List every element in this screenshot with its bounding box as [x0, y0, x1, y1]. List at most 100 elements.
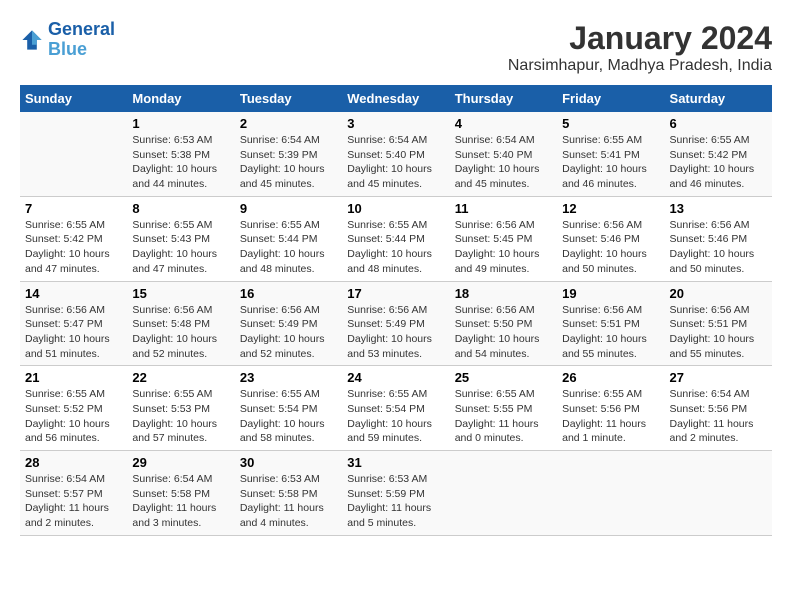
day-info: Sunrise: 6:55 AMSunset: 5:53 PMDaylight:… [132, 387, 229, 446]
logo-icon [20, 28, 44, 52]
day-header-sunday: Sunday [20, 85, 127, 112]
day-info: Sunrise: 6:56 AMSunset: 5:51 PMDaylight:… [562, 303, 659, 362]
page-header: General Blue January 2024 Narsimhapur, M… [20, 20, 772, 75]
calendar-cell: 24 Sunrise: 6:55 AMSunset: 5:54 PMDayligh… [342, 366, 449, 451]
calendar-cell: 29 Sunrise: 6:54 AMSunset: 5:58 PMDayligh… [127, 451, 234, 536]
day-number: 9 [240, 201, 337, 216]
day-header-monday: Monday [127, 85, 234, 112]
calendar-week-2: 7 Sunrise: 6:55 AMSunset: 5:42 PMDaylight… [20, 196, 772, 281]
day-number: 6 [670, 116, 767, 131]
day-number: 24 [347, 370, 444, 385]
day-number: 30 [240, 455, 337, 470]
day-info: Sunrise: 6:53 AMSunset: 5:59 PMDaylight:… [347, 472, 444, 531]
calendar-cell: 25 Sunrise: 6:55 AMSunset: 5:55 PMDayligh… [450, 366, 557, 451]
day-info: Sunrise: 6:54 AMSunset: 5:58 PMDaylight:… [132, 472, 229, 531]
calendar-cell: 17Sunrise: 6:56 AMSunset: 5:49 PMDayligh… [342, 281, 449, 366]
day-number: 27 [670, 370, 767, 385]
calendar-cell: 11 Sunrise: 6:56 AMSunset: 5:45 PMDayligh… [450, 196, 557, 281]
calendar-cell: 31 Sunrise: 6:53 AMSunset: 5:59 PMDayligh… [342, 451, 449, 536]
page-subtitle: Narsimhapur, Madhya Pradesh, India [508, 57, 772, 75]
calendar-cell: 7 Sunrise: 6:55 AMSunset: 5:42 PMDaylight… [20, 196, 127, 281]
calendar-cell [557, 451, 664, 536]
calendar-cell: 20 Sunrise: 6:56 AMSunset: 5:51 PMDayligh… [665, 281, 772, 366]
calendar-cell [450, 451, 557, 536]
calendar-cell: 16 Sunrise: 6:56 AMSunset: 5:49 PMDayligh… [235, 281, 342, 366]
calendar-cell: 15 Sunrise: 6:56 AMSunset: 5:48 PMDayligh… [127, 281, 234, 366]
day-info: Sunrise: 6:56 AMSunset: 5:50 PMDaylight:… [455, 303, 552, 362]
page-title: January 2024 [508, 20, 772, 57]
calendar-cell: 18 Sunrise: 6:56 AMSunset: 5:50 PMDayligh… [450, 281, 557, 366]
day-number: 7 [25, 201, 122, 216]
day-number: 14 [25, 286, 122, 301]
day-info: Sunrise: 6:55 AMSunset: 5:55 PMDaylight:… [455, 387, 552, 446]
calendar-week-1: 1 Sunrise: 6:53 AMSunset: 5:38 PMDaylight… [20, 112, 772, 196]
day-header-friday: Friday [557, 85, 664, 112]
day-number: 4 [455, 116, 552, 131]
day-info: Sunrise: 6:54 AMSunset: 5:56 PMDaylight:… [670, 387, 767, 446]
day-info: Sunrise: 6:55 AMSunset: 5:44 PMDaylight:… [240, 218, 337, 277]
day-number: 13 [670, 201, 767, 216]
calendar-header-row: SundayMondayTuesdayWednesdayThursdayFrid… [20, 85, 772, 112]
day-number: 25 [455, 370, 552, 385]
day-number: 16 [240, 286, 337, 301]
day-number: 8 [132, 201, 229, 216]
day-info: Sunrise: 6:55 AMSunset: 5:56 PMDaylight:… [562, 387, 659, 446]
day-info: Sunrise: 6:55 AMSunset: 5:52 PMDaylight:… [25, 387, 122, 446]
day-header-tuesday: Tuesday [235, 85, 342, 112]
day-number: 23 [240, 370, 337, 385]
day-info: Sunrise: 6:56 AMSunset: 5:45 PMDaylight:… [455, 218, 552, 277]
day-info: Sunrise: 6:55 AMSunset: 5:43 PMDaylight:… [132, 218, 229, 277]
calendar-week-5: 28Sunrise: 6:54 AMSunset: 5:57 PMDayligh… [20, 451, 772, 536]
calendar-cell: 14 Sunrise: 6:56 AMSunset: 5:47 PMDayligh… [20, 281, 127, 366]
calendar-cell: 10Sunrise: 6:55 AMSunset: 5:44 PMDayligh… [342, 196, 449, 281]
day-info: Sunrise: 6:55 AMSunset: 5:44 PMDaylight:… [347, 218, 444, 277]
calendar-cell: 23 Sunrise: 6:55 AMSunset: 5:54 PMDayligh… [235, 366, 342, 451]
day-info: Sunrise: 6:54 AMSunset: 5:40 PMDaylight:… [347, 133, 444, 192]
day-number: 20 [670, 286, 767, 301]
day-number: 29 [132, 455, 229, 470]
calendar-cell: 21 Sunrise: 6:55 AMSunset: 5:52 PMDayligh… [20, 366, 127, 451]
day-info: Sunrise: 6:56 AMSunset: 5:47 PMDaylight:… [25, 303, 122, 362]
calendar-week-4: 21 Sunrise: 6:55 AMSunset: 5:52 PMDayligh… [20, 366, 772, 451]
day-info: Sunrise: 6:56 AMSunset: 5:51 PMDaylight:… [670, 303, 767, 362]
logo-text: General Blue [48, 20, 115, 60]
day-header-thursday: Thursday [450, 85, 557, 112]
day-info: Sunrise: 6:53 AMSunset: 5:38 PMDaylight:… [132, 133, 229, 192]
day-number: 1 [132, 116, 229, 131]
calendar-cell: 30Sunrise: 6:53 AMSunset: 5:58 PMDayligh… [235, 451, 342, 536]
day-number: 15 [132, 286, 229, 301]
day-number: 28 [25, 455, 122, 470]
calendar-cell: 2 Sunrise: 6:54 AMSunset: 5:39 PMDaylight… [235, 112, 342, 196]
calendar-cell: 4 Sunrise: 6:54 AMSunset: 5:40 PMDaylight… [450, 112, 557, 196]
calendar-cell: 8 Sunrise: 6:55 AMSunset: 5:43 PMDaylight… [127, 196, 234, 281]
day-info: Sunrise: 6:55 AMSunset: 5:54 PMDaylight:… [240, 387, 337, 446]
day-info: Sunrise: 6:56 AMSunset: 5:46 PMDaylight:… [670, 218, 767, 277]
day-number: 11 [455, 201, 552, 216]
calendar-cell: 1 Sunrise: 6:53 AMSunset: 5:38 PMDaylight… [127, 112, 234, 196]
day-info: Sunrise: 6:54 AMSunset: 5:39 PMDaylight:… [240, 133, 337, 192]
day-number: 31 [347, 455, 444, 470]
calendar-cell: 5Sunrise: 6:55 AMSunset: 5:41 PMDaylight… [557, 112, 664, 196]
day-info: Sunrise: 6:54 AMSunset: 5:40 PMDaylight:… [455, 133, 552, 192]
calendar-cell: 28Sunrise: 6:54 AMSunset: 5:57 PMDayligh… [20, 451, 127, 536]
day-info: Sunrise: 6:56 AMSunset: 5:49 PMDaylight:… [240, 303, 337, 362]
day-info: Sunrise: 6:55 AMSunset: 5:42 PMDaylight:… [670, 133, 767, 192]
calendar-week-3: 14 Sunrise: 6:56 AMSunset: 5:47 PMDayligh… [20, 281, 772, 366]
day-number: 18 [455, 286, 552, 301]
day-info: Sunrise: 6:55 AMSunset: 5:42 PMDaylight:… [25, 218, 122, 277]
day-number: 3 [347, 116, 444, 131]
day-info: Sunrise: 6:55 AMSunset: 5:54 PMDaylight:… [347, 387, 444, 446]
day-number: 2 [240, 116, 337, 131]
day-info: Sunrise: 6:56 AMSunset: 5:49 PMDaylight:… [347, 303, 444, 362]
day-number: 19 [562, 286, 659, 301]
calendar-cell: 12Sunrise: 6:56 AMSunset: 5:46 PMDayligh… [557, 196, 664, 281]
day-number: 21 [25, 370, 122, 385]
calendar-cell [20, 112, 127, 196]
title-block: January 2024 Narsimhapur, Madhya Pradesh… [508, 20, 772, 75]
calendar-cell [665, 451, 772, 536]
day-header-wednesday: Wednesday [342, 85, 449, 112]
calendar-cell: 6 Sunrise: 6:55 AMSunset: 5:42 PMDaylight… [665, 112, 772, 196]
day-info: Sunrise: 6:56 AMSunset: 5:48 PMDaylight:… [132, 303, 229, 362]
calendar-cell: 19 Sunrise: 6:56 AMSunset: 5:51 PMDayligh… [557, 281, 664, 366]
day-info: Sunrise: 6:56 AMSunset: 5:46 PMDaylight:… [562, 218, 659, 277]
